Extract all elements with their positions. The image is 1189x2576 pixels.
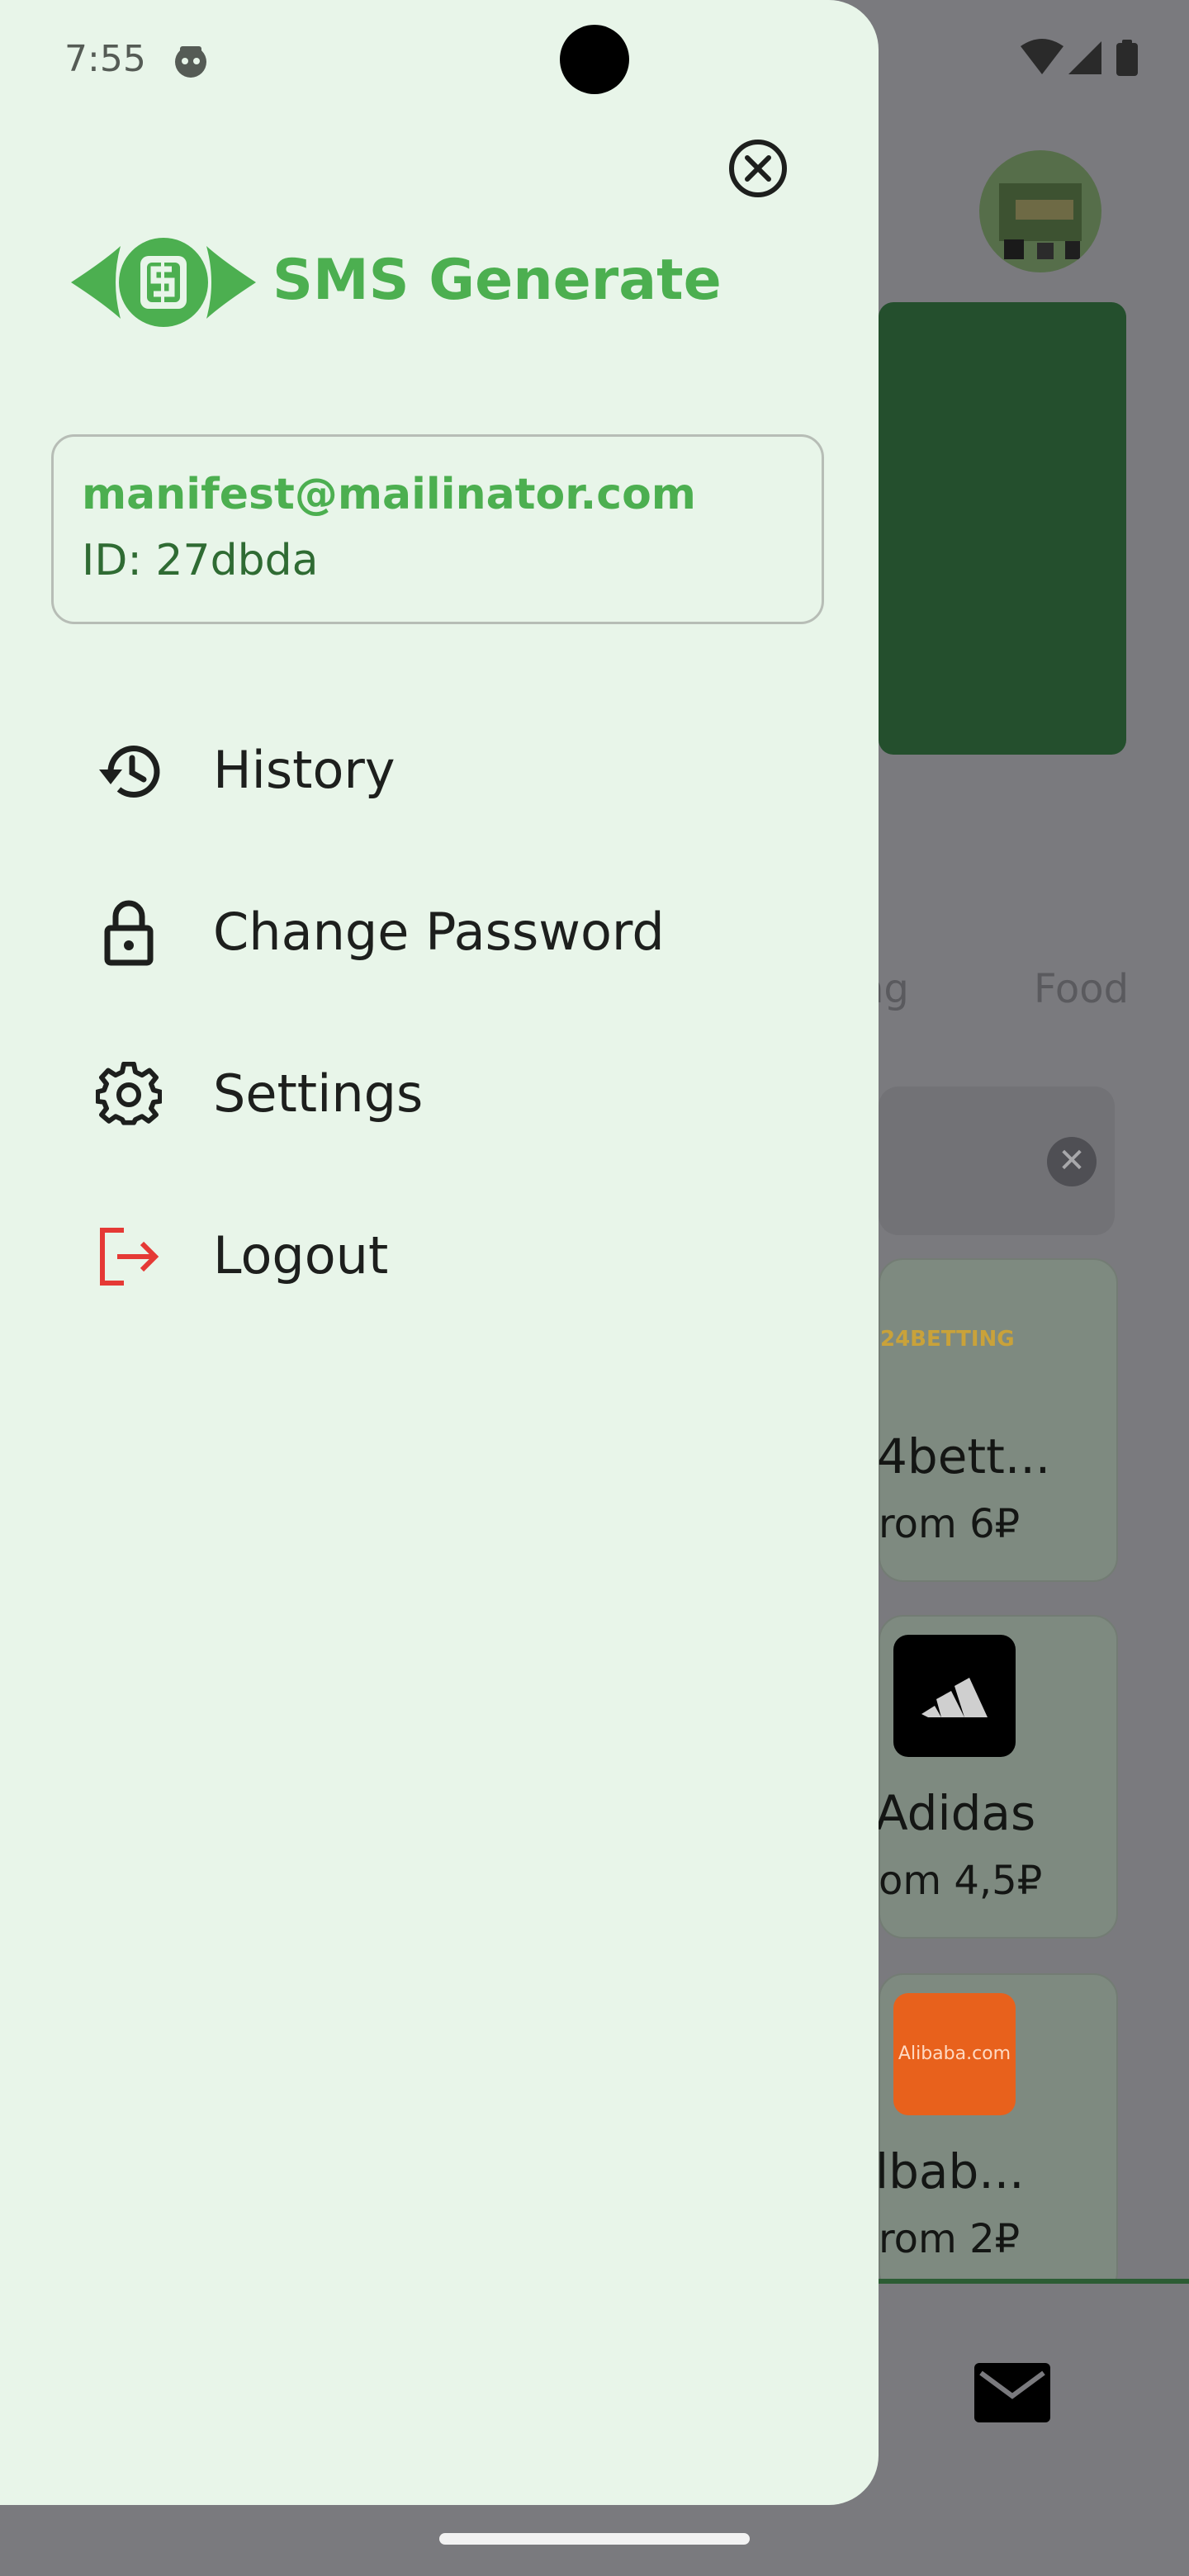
close-circle-icon (729, 140, 787, 197)
menu-item-history[interactable]: History (0, 705, 879, 829)
menu-label-history: History (213, 740, 396, 800)
profile-avatar[interactable] (979, 150, 1101, 272)
menu-label-change-password: Change Password (213, 902, 665, 962)
status-icons (1019, 38, 1143, 81)
mail-icon[interactable] (974, 2363, 1050, 2422)
service-name: Adidas (875, 1785, 1036, 1841)
history-icon (96, 738, 162, 804)
lock-icon (96, 900, 162, 966)
category-tab-food[interactable]: Food (1034, 966, 1129, 1012)
menu-label-settings: Settings (213, 1063, 424, 1124)
service-name: lbab... (875, 2143, 1025, 2200)
account-info-card: manifest@mailinator.com ID: 27dbda (51, 434, 824, 624)
notification-app-icon (172, 41, 210, 79)
camera-cutout (560, 25, 629, 94)
service-name: 4bett... (877, 1428, 1051, 1485)
account-email: manifest@mailinator.com (82, 470, 696, 519)
service-card[interactable]: 24BETTING 4bett... rom 6₽ (877, 1258, 1118, 1582)
menu-item-settings[interactable]: Settings (0, 1029, 879, 1153)
status-time: 7:55 (64, 38, 146, 80)
wifi-signal-battery-icon (1021, 39, 1138, 76)
clear-search-icon[interactable]: ✕ (1047, 1137, 1097, 1186)
adidas-logo (893, 1635, 1016, 1757)
brand-name: SMS Generate (272, 248, 722, 313)
navigation-drawer: 7:55 SMS Generate manifest@mailinator.co… (0, 0, 879, 2505)
service-price: rom 6₽ (879, 1501, 1021, 1547)
screen: ng Food ✕ 24BETTING 4bett... rom 6₽ Adid… (0, 0, 1189, 2576)
service-price: rom 2₽ (879, 2216, 1021, 2262)
service-logo: 24BETTING (880, 1327, 1015, 1352)
home-indicator[interactable] (439, 2533, 750, 2545)
close-drawer-button[interactable] (727, 137, 789, 200)
menu-item-logout[interactable]: Logout (0, 1191, 879, 1314)
menu-label-logout: Logout (213, 1225, 389, 1286)
service-card[interactable]: Alibaba.com lbab... rom 2₽ (875, 1973, 1118, 2297)
service-card[interactable]: Adidas om 4,5₽ (875, 1615, 1118, 1939)
brand-logo-icon (71, 236, 256, 329)
promo-banner[interactable] (879, 302, 1126, 755)
menu-item-change-password[interactable]: Change Password (0, 867, 879, 991)
gear-icon (95, 1061, 163, 1128)
service-price: om 4,5₽ (879, 1858, 1043, 1904)
alibaba-logo: Alibaba.com (893, 1993, 1016, 2115)
account-id: ID: 27dbda (82, 536, 319, 585)
logout-icon (96, 1224, 162, 1290)
